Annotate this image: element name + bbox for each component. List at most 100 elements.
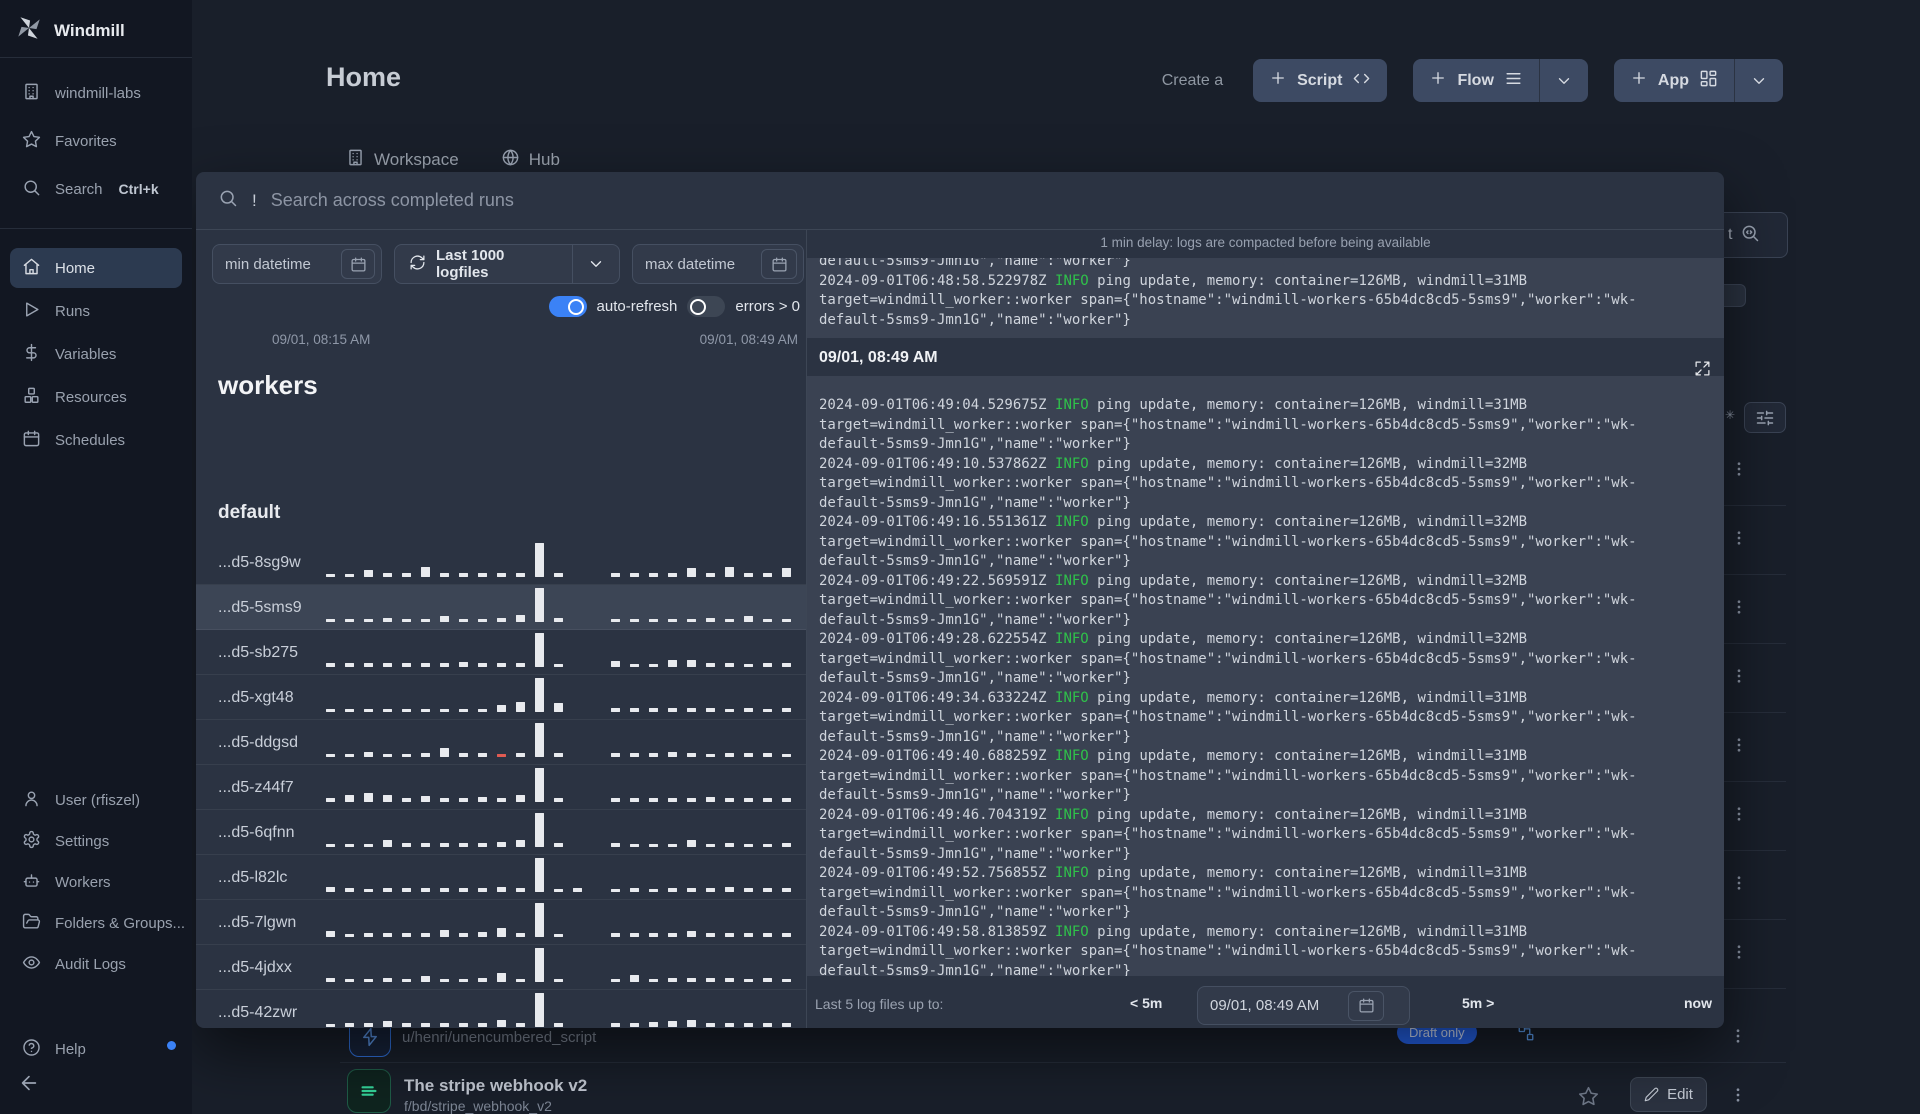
modal-search-bar: ! bbox=[196, 172, 1724, 230]
worker-row-d5-6qfnn[interactable]: ...d5-6qfnn bbox=[196, 810, 806, 855]
max-datetime-input[interactable] bbox=[645, 255, 753, 273]
sidebar-divider bbox=[0, 57, 192, 58]
background-table-rows bbox=[1724, 437, 1786, 989]
chevron-down-icon[interactable] bbox=[1734, 59, 1783, 102]
search-icon bbox=[22, 178, 41, 201]
folder-icon bbox=[22, 912, 41, 935]
sidebar-item-favorites[interactable]: Favorites bbox=[0, 121, 192, 161]
sidebar-bottom-group: User (rfiszel) Settings Workers Folders … bbox=[0, 780, 192, 984]
log-entries-current: 2024-09-01T06:49:04.529675Z INFO ping up… bbox=[819, 396, 1712, 976]
gear-icon bbox=[22, 830, 41, 853]
edit-button[interactable]: Edit bbox=[1630, 1077, 1707, 1112]
bot-icon bbox=[22, 871, 41, 894]
eye-icon bbox=[22, 953, 41, 976]
sidebar-item-search[interactable]: Search Ctrl+k bbox=[0, 169, 192, 209]
calendar-icon[interactable] bbox=[761, 249, 797, 279]
kebab-menu-icon[interactable] bbox=[1730, 666, 1748, 691]
table-row[interactable] bbox=[1724, 437, 1786, 506]
table-row[interactable] bbox=[1724, 782, 1786, 851]
table-row[interactable] bbox=[1724, 851, 1786, 920]
calendar-icon[interactable] bbox=[341, 249, 375, 279]
calendar-icon[interactable] bbox=[1348, 990, 1384, 1021]
kebab-menu-icon[interactable] bbox=[1730, 459, 1748, 484]
table-row[interactable] bbox=[1724, 644, 1786, 713]
search-input[interactable] bbox=[270, 190, 1702, 211]
chevron-down-icon[interactable] bbox=[1538, 59, 1588, 102]
table-row[interactable] bbox=[1724, 575, 1786, 644]
sidebar-item-home[interactable]: Home bbox=[10, 248, 182, 288]
script-create-button[interactable]: Script bbox=[1253, 59, 1388, 102]
notification-dot bbox=[167, 1041, 176, 1050]
tab-hub[interactable]: Hub bbox=[501, 148, 560, 172]
log-delay-note: 1 min delay: logs are compacted before b… bbox=[1100, 235, 1431, 250]
log-entries-previous: 2024-09-01T06:48:58.522978Z INFO ping up… bbox=[819, 272, 1712, 331]
sidebar-help-mount: Help bbox=[0, 1029, 192, 1069]
worker-row-d5-ddgsd[interactable]: ...d5-ddgsd bbox=[196, 720, 806, 765]
create-toolbar: Create a Script Flow App bbox=[1162, 59, 1783, 102]
row-kebab-menu[interactable] bbox=[1729, 1085, 1747, 1110]
sidebar-item-variables[interactable]: Variables bbox=[0, 334, 192, 374]
sidebar-item-help[interactable]: Help bbox=[0, 1029, 192, 1069]
sidebar-item-schedules[interactable]: Schedules bbox=[0, 420, 192, 460]
runs-search-input-fragment[interactable]: t bbox=[1724, 212, 1788, 258]
worker-row-d5-4jdxx[interactable]: ...d5-4jdxx bbox=[196, 945, 806, 990]
app-create-button[interactable]: App bbox=[1613, 59, 1783, 102]
worker-row-d5-xgt48[interactable]: ...d5-xgt48 bbox=[196, 675, 806, 720]
footer-datetime-input[interactable] bbox=[1210, 997, 1340, 1014]
max-datetime-field[interactable] bbox=[632, 244, 804, 284]
tab-workspace[interactable]: Workspace bbox=[346, 148, 459, 172]
sidebar-item-windmill-labs[interactable]: windmill-labs bbox=[0, 73, 192, 113]
favorite-star-icon[interactable] bbox=[1578, 1086, 1599, 1112]
edit-label: Edit bbox=[1667, 1086, 1693, 1103]
auto-refresh-toggle[interactable] bbox=[548, 296, 587, 317]
code-icon bbox=[1352, 69, 1371, 93]
next-5m-button[interactable]: 5m > bbox=[1462, 995, 1494, 1011]
footer-datetime-field[interactable] bbox=[1197, 986, 1410, 1025]
kebab-menu-icon[interactable] bbox=[1730, 528, 1748, 553]
worker-row-d5-8sg9w[interactable]: ...d5-8sg9w bbox=[196, 540, 806, 585]
min-datetime-field[interactable] bbox=[212, 244, 382, 284]
sidebar-item-workers[interactable]: Workers bbox=[0, 862, 192, 902]
tab-label: Workspace bbox=[374, 150, 459, 169]
kebab-menu-icon[interactable] bbox=[1730, 735, 1748, 760]
min-datetime-input[interactable] bbox=[225, 255, 333, 273]
log-block-previous[interactable]: default-5sms9-Jmn1G","name":"worker"} 20… bbox=[807, 258, 1724, 338]
sidebar-item-runs[interactable]: Runs bbox=[0, 291, 192, 331]
log-clipped-line: default-5sms9-Jmn1G","name":"worker"} bbox=[819, 258, 1131, 269]
user-icon bbox=[22, 789, 41, 812]
now-button[interactable]: now bbox=[1684, 995, 1712, 1011]
row-kebab-menu[interactable] bbox=[1729, 1026, 1747, 1051]
sidebar-item-audit-logs[interactable]: Audit Logs bbox=[0, 944, 192, 984]
sidebar-item-folders-groups[interactable]: Folders & Groups... bbox=[0, 903, 192, 943]
worker-row-d5-z44f7[interactable]: ...d5-z44f7 bbox=[196, 765, 806, 810]
log-entry: 2024-09-01T06:49:52.756855Z INFO ping up… bbox=[819, 865, 1637, 920]
log-block-current[interactable]: 2024-09-01T06:49:04.529675Z INFO ping up… bbox=[807, 376, 1724, 976]
sidebar-item-user-rfiszel[interactable]: User (rfiszel) bbox=[0, 780, 192, 820]
table-row[interactable] bbox=[1724, 713, 1786, 782]
brand[interactable]: Windmill bbox=[0, 0, 192, 61]
table-row[interactable] bbox=[1724, 920, 1786, 989]
kebab-menu-icon[interactable] bbox=[1730, 873, 1748, 898]
time-range-row: 09/01, 08:15 AM 09/01, 08:49 AM bbox=[196, 332, 806, 347]
sidebar-item-resources[interactable]: Resources bbox=[0, 377, 192, 417]
logfiles-selector[interactable]: Last 1000 logfiles bbox=[394, 244, 620, 284]
worker-row-d5-sb275[interactable]: ...d5-sb275 bbox=[196, 630, 806, 675]
chevron-down-icon[interactable] bbox=[572, 245, 619, 283]
kebab-menu-icon[interactable] bbox=[1730, 597, 1748, 622]
worker-row-d5-5sms9[interactable]: ...d5-5sms9 bbox=[196, 585, 806, 630]
kebab-menu-icon[interactable] bbox=[1730, 804, 1748, 829]
previous-5m-button[interactable]: < 5m bbox=[1130, 995, 1162, 1011]
filter-settings-button[interactable] bbox=[1744, 402, 1786, 433]
worker-row-d5-7lgwn[interactable]: ...d5-7lgwn bbox=[196, 900, 806, 945]
sidebar-divider bbox=[0, 228, 192, 229]
kebab-menu-icon[interactable] bbox=[1730, 942, 1748, 967]
worker-group-heading: default bbox=[218, 502, 281, 523]
worker-row-d5-l82lc[interactable]: ...d5-l82lc bbox=[196, 855, 806, 900]
collapse-sidebar-button[interactable] bbox=[18, 1072, 40, 1099]
table-row[interactable] bbox=[1724, 506, 1786, 575]
home-tabs: Workspace Hub bbox=[346, 148, 560, 172]
sidebar-item-settings[interactable]: Settings bbox=[0, 821, 192, 861]
errors-toggle[interactable] bbox=[687, 296, 726, 317]
worker-row-d5-42zwr[interactable]: ...d5-42zwr bbox=[196, 990, 806, 1028]
flow-create-button[interactable]: Flow bbox=[1413, 59, 1588, 102]
